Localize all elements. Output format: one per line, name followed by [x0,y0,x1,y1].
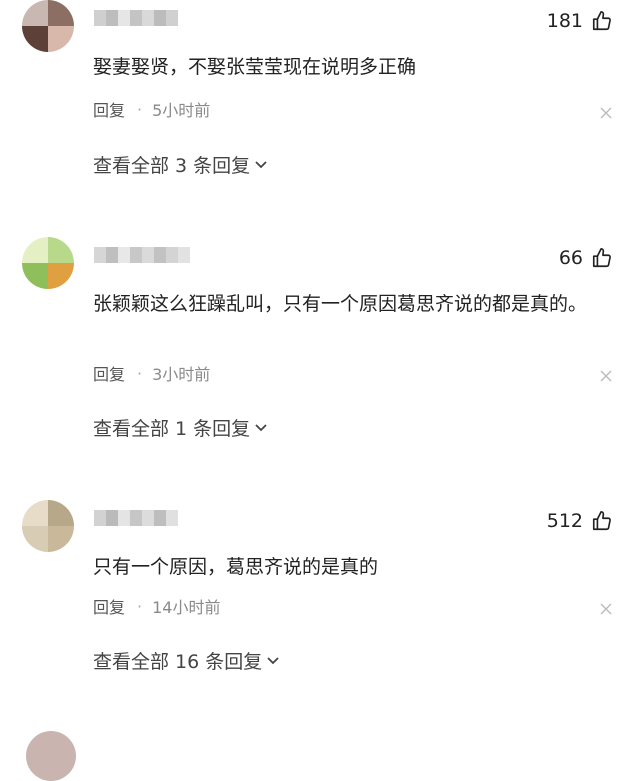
comment-time: 14小时前 [152,598,221,617]
meta-separator: · [137,596,143,616]
like-button[interactable]: 181 [547,10,613,32]
chevron-down-icon [255,424,267,432]
avatar[interactable] [22,500,74,552]
comment-item: 181 娶妻娶贤，不娶张莹莹现在说明多正确 回复 · 5小时前 查看全部 3 条… [0,0,639,240]
like-count: 512 [546,510,583,532]
view-replies-label: 查看全部 3 条回复 [93,154,251,177]
comment-time: 3小时前 [152,365,211,384]
username-blurred[interactable] [94,510,178,526]
thumbs-up-icon [592,511,611,531]
thumbs-up-icon [592,11,611,31]
close-icon[interactable] [599,369,613,383]
comment-meta: 回复 · 3小时前 [93,361,211,385]
thumbs-up-icon [592,248,611,268]
like-count: 181 [546,10,583,32]
comment-text: 只有一个原因，葛思齐说的是真的 [93,556,379,578]
avatar[interactable] [22,0,74,52]
view-replies-label: 查看全部 1 条回复 [93,417,251,440]
chevron-down-icon [255,161,267,169]
avatar[interactable] [22,237,74,289]
username-blurred[interactable] [94,247,190,263]
avatar[interactable] [26,731,76,781]
view-replies-button[interactable]: 查看全部 3 条回复 [93,151,268,177]
close-icon[interactable] [599,106,613,120]
view-replies-label: 查看全部 16 条回复 [93,650,263,673]
reply-button[interactable]: 回复 [93,361,125,385]
username-blurred[interactable] [94,10,178,26]
view-replies-button[interactable]: 查看全部 1 条回复 [93,414,268,440]
comment-item: 66 张颖颖这么狂躁乱叫，只有一个原因葛思齐说的都是真的。 回复 · 3小时前 … [0,237,639,477]
comment-text: 张颖颖这么狂躁乱叫，只有一个原因葛思齐说的都是真的。 [93,293,588,315]
comment-time: 5小时前 [152,101,211,120]
reply-button[interactable]: 回复 [93,594,125,618]
comment-text: 娶妻娶贤，不娶张莹莹现在说明多正确 [93,56,417,78]
comment-item: 512 只有一个原因，葛思齐说的是真的 回复 · 14小时前 查看全部 16 条… [0,500,639,740]
meta-separator: · [137,363,143,383]
comment-meta: 回复 · 14小时前 [93,594,221,618]
comment-meta: 回复 · 5小时前 [93,97,211,121]
like-button[interactable]: 66 [559,247,613,269]
like-button[interactable]: 512 [547,510,613,532]
like-count: 66 [558,247,583,269]
close-icon[interactable] [599,602,613,616]
reply-button[interactable]: 回复 [93,97,125,121]
chevron-down-icon [267,657,279,665]
view-replies-button[interactable]: 查看全部 16 条回复 [93,647,280,673]
meta-separator: · [137,99,143,119]
